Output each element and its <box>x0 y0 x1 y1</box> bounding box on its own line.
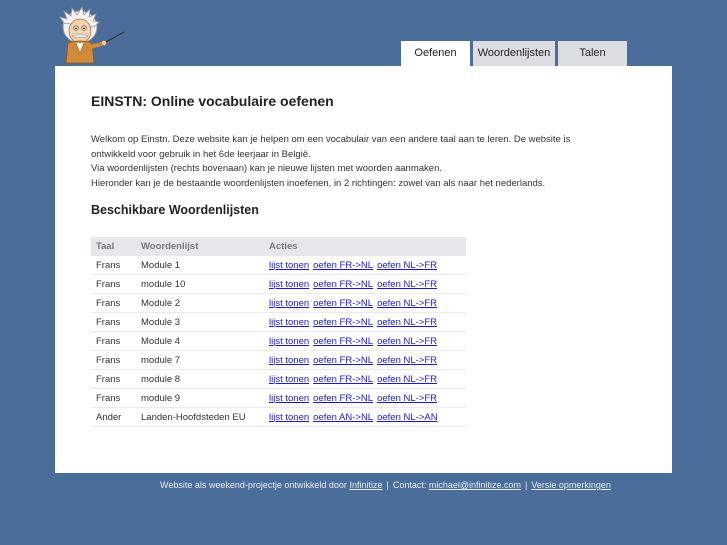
lijst-tonen-link[interactable]: lijst tonen <box>269 260 309 271</box>
table-row: Frans Module 4 lijst tonen oefen FR->NL oefe… <box>91 331 466 351</box>
section-title: Beschikbare Woordenlijsten <box>91 203 259 217</box>
oefen-from-nl-link[interactable]: oefen NL->FR <box>377 279 437 290</box>
cell-taal: Frans <box>91 388 136 408</box>
oefen-from-nl-link[interactable]: oefen NL->FR <box>377 336 437 347</box>
page: Oefenen Woordenlijsten Talen EINSTN: Onl… <box>0 0 727 545</box>
oefen-to-nl-link[interactable]: oefen FR->NL <box>313 374 373 385</box>
footer-email-link[interactable]: michael@infinitize.com <box>429 480 521 490</box>
table-row: Frans module 8 lijst tonen oefen FR->NL oefe… <box>91 369 466 389</box>
cell-acties: lijst tonen oefen FR->NL oefen NL->FR <box>264 293 466 313</box>
cell-taal: Frans <box>91 350 136 370</box>
cell-taal: Frans <box>91 331 136 351</box>
oefen-from-nl-link[interactable]: oefen NL->FR <box>377 298 437 309</box>
lijst-tonen-link[interactable]: lijst tonen <box>269 279 309 290</box>
cell-taal: Frans <box>91 312 136 332</box>
table-row: Frans Module 1 lijst tonen oefen FR->NL oefe… <box>91 256 466 275</box>
cell-taal: Ander <box>91 407 136 427</box>
main-nav-tabs: Oefenen Woordenlijsten Talen <box>401 41 630 67</box>
table-header-row: Taal Woordenlijst Acties <box>91 237 466 256</box>
cell-taal: Frans <box>91 274 136 294</box>
oefen-to-nl-link[interactable]: oefen FR->NL <box>313 279 373 290</box>
lijst-tonen-link[interactable]: lijst tonen <box>269 336 309 347</box>
oefen-from-nl-link[interactable]: oefen NL->AN <box>377 412 437 423</box>
table-row: Frans module 7 lijst tonen oefen FR->NL oefe… <box>91 350 466 370</box>
cell-acties: lijst tonen oefen FR->NL oefen NL->FR <box>264 350 466 370</box>
table-row: Frans module 9 lijst tonen oefen FR->NL oefe… <box>91 388 466 408</box>
table-row: Frans Module 2 lijst tonen oefen FR->NL oefe… <box>91 293 466 313</box>
oefen-to-nl-link[interactable]: oefen FR->NL <box>313 393 373 404</box>
lijst-tonen-link[interactable]: lijst tonen <box>269 298 309 309</box>
oefen-to-nl-link[interactable]: oefen FR->NL <box>313 355 373 366</box>
cell-woordenlijst: Module 4 <box>136 331 264 351</box>
footer-contact-label: Contact: <box>392 480 427 490</box>
column-header-acties: Acties <box>264 237 466 256</box>
cell-acties: lijst tonen oefen FR->NL oefen NL->FR <box>264 256 466 275</box>
footer: Website als weekend-projectje ontwikkeld… <box>160 480 611 490</box>
footer-separator: | <box>525 480 528 490</box>
cell-woordenlijst: Module 2 <box>136 293 264 313</box>
intro-line: Hieronder kan je de bestaande woordenlij… <box>91 177 546 189</box>
page-title: EINSTN: Online vocabulaire oefenen <box>91 93 334 109</box>
oefen-to-nl-link[interactable]: oefen FR->NL <box>313 298 373 309</box>
oefen-to-nl-link[interactable]: oefen AN->NL <box>313 412 373 423</box>
table-row: Ander Landen-Hoofdsteden EU lijst tonen oef… <box>91 407 466 427</box>
cell-acties: lijst tonen oefen AN->NL oefen NL->AN <box>264 407 466 427</box>
oefen-to-nl-link[interactable]: oefen FR->NL <box>313 260 373 271</box>
footer-credit-text: Website als weekend-projectje ontwikkeld… <box>160 480 347 490</box>
oefen-from-nl-link[interactable]: oefen NL->FR <box>377 355 437 366</box>
tab-oefenen[interactable]: Oefenen <box>401 41 470 67</box>
oefen-from-nl-link[interactable]: oefen NL->FR <box>377 393 437 404</box>
cell-woordenlijst: Module 3 <box>136 312 264 332</box>
oefen-from-nl-link[interactable]: oefen NL->FR <box>377 260 437 271</box>
cell-acties: lijst tonen oefen FR->NL oefen NL->FR <box>264 369 466 389</box>
cell-acties: lijst tonen oefen FR->NL oefen NL->FR <box>264 312 466 332</box>
table-row: Frans Module 3 lijst tonen oefen FR->NL oefe… <box>91 312 466 332</box>
intro-line: ontwikkeld voor gebruik in het 6de leerj… <box>91 148 311 160</box>
oefen-to-nl-link[interactable]: oefen FR->NL <box>313 336 373 347</box>
wordlists-table: Taal Woordenlijst Acties Frans Module 1 li… <box>91 237 466 427</box>
cell-woordenlijst: module 10 <box>136 274 264 294</box>
cell-woordenlijst: module 9 <box>136 388 264 408</box>
cell-acties: lijst tonen oefen FR->NL oefen NL->FR <box>264 331 466 351</box>
tab-talen[interactable]: Talen <box>558 41 627 66</box>
cell-acties: lijst tonen oefen FR->NL oefen NL->FR <box>264 274 466 294</box>
cell-taal: Frans <box>91 293 136 313</box>
cell-woordenlijst: module 8 <box>136 369 264 389</box>
cell-woordenlijst: module 7 <box>136 350 264 370</box>
footer-separator: | <box>386 480 389 490</box>
oefen-from-nl-link[interactable]: oefen NL->FR <box>377 317 437 328</box>
lijst-tonen-link[interactable]: lijst tonen <box>269 374 309 385</box>
cell-woordenlijst: Module 1 <box>136 256 264 275</box>
oefen-from-nl-link[interactable]: oefen NL->FR <box>377 374 437 385</box>
column-header-woordenlijst: Woordenlijst <box>136 237 264 256</box>
cell-acties: lijst tonen oefen FR->NL oefen NL->FR <box>264 388 466 408</box>
oefen-to-nl-link[interactable]: oefen FR->NL <box>313 317 373 328</box>
column-header-taal: Taal <box>91 237 136 256</box>
intro-line: Via woordenlijsten (rechts bovenaan) kan… <box>91 163 442 174</box>
cell-taal: Frans <box>91 256 136 275</box>
lijst-tonen-link[interactable]: lijst tonen <box>269 317 309 328</box>
cell-taal: Frans <box>91 369 136 389</box>
cell-woordenlijst: Landen-Hoofdsteden EU <box>136 407 264 427</box>
einstein-mascot-icon <box>59 5 125 64</box>
lijst-tonen-link[interactable]: lijst tonen <box>269 355 309 366</box>
main-panel: EINSTN: Online vocabulaire oefenen Welko… <box>55 66 672 473</box>
lijst-tonen-link[interactable]: lijst tonen <box>269 412 309 423</box>
intro-text: Welkom op Einstn. Deze website kan je he… <box>91 133 611 191</box>
table-row: Frans module 10 lijst tonen oefen FR->NL oef… <box>91 274 466 294</box>
footer-remarks-link[interactable]: Versie opmerkingen <box>531 480 611 490</box>
intro-line: Welkom op Einstn. Deze website kan je he… <box>91 134 571 145</box>
tab-woordenlijsten[interactable]: Woordenlijsten <box>473 41 555 66</box>
footer-company-link[interactable]: Infinitize <box>349 480 382 490</box>
lijst-tonen-link[interactable]: lijst tonen <box>269 393 309 404</box>
